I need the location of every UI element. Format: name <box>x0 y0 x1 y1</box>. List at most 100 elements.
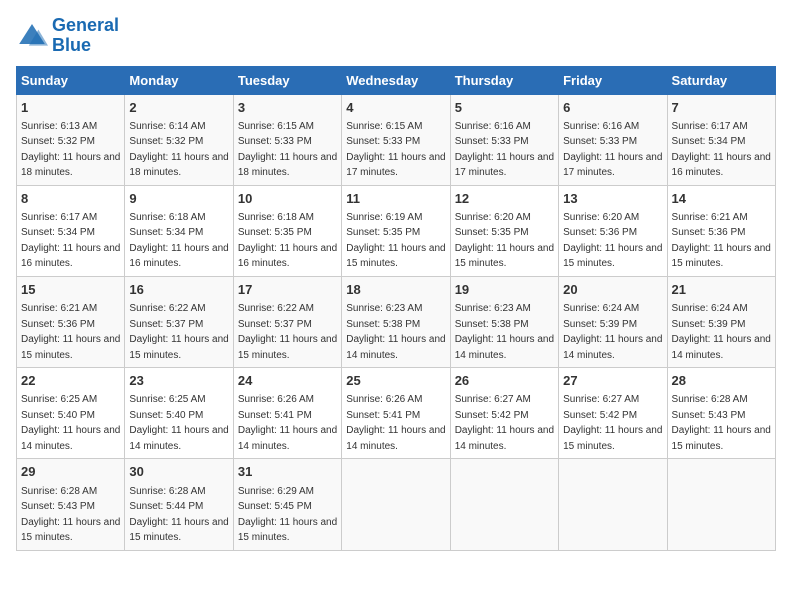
day-number: 21 <box>672 281 771 299</box>
calendar-table: SundayMondayTuesdayWednesdayThursdayFrid… <box>16 66 776 551</box>
calendar-week-1: 1Sunrise: 6:13 AMSunset: 5:32 PMDaylight… <box>17 94 776 185</box>
calendar-cell: 8Sunrise: 6:17 AMSunset: 5:34 PMDaylight… <box>17 185 125 276</box>
weekday-header-row: SundayMondayTuesdayWednesdayThursdayFrid… <box>17 66 776 94</box>
day-number: 22 <box>21 372 120 390</box>
day-info: Sunrise: 6:26 AMSunset: 5:41 PMDaylight:… <box>346 394 445 452</box>
day-info: Sunrise: 6:21 AMSunset: 5:36 PMDaylight:… <box>21 303 120 361</box>
day-number: 3 <box>238 99 337 117</box>
calendar-week-3: 15 Sunrise: 6:21 AMSunset: 5:36 PMDayligh… <box>17 276 776 367</box>
day-info: Sunrise: 6:27 AMSunset: 5:42 PMDaylight:… <box>563 394 662 452</box>
calendar-cell: 29Sunrise: 6:28 AMSunset: 5:43 PMDayligh… <box>17 459 125 550</box>
day-info: Sunrise: 6:22 AMSunset: 5:37 PMDaylight:… <box>238 303 337 361</box>
calendar-cell: 24 Sunrise: 6:26 AMSunset: 5:41 PMDayligh… <box>233 368 341 459</box>
day-info: Sunrise: 6:29 AMSunset: 5:45 PMDaylight:… <box>238 486 337 544</box>
day-info: Sunrise: 6:23 AMSunset: 5:38 PMDaylight:… <box>455 303 554 361</box>
calendar-cell: 10 Sunrise: 6:18 AMSunset: 5:35 PMDayligh… <box>233 185 341 276</box>
day-number: 7 <box>672 99 771 117</box>
day-info: Sunrise: 6:19 AMSunset: 5:35 PMDaylight:… <box>346 212 445 270</box>
day-number: 14 <box>672 190 771 208</box>
calendar-cell: 13 Sunrise: 6:20 AMSunset: 5:36 PMDayligh… <box>559 185 667 276</box>
day-info: Sunrise: 6:23 AMSunset: 5:38 PMDaylight:… <box>346 303 445 361</box>
calendar-cell: 11 Sunrise: 6:19 AMSunset: 5:35 PMDayligh… <box>342 185 450 276</box>
calendar-cell: 30 Sunrise: 6:28 AMSunset: 5:44 PMDayligh… <box>125 459 233 550</box>
logo: General Blue <box>16 16 119 56</box>
weekday-header-sunday: Sunday <box>17 66 125 94</box>
day-number: 17 <box>238 281 337 299</box>
calendar-week-2: 8Sunrise: 6:17 AMSunset: 5:34 PMDaylight… <box>17 185 776 276</box>
day-number: 24 <box>238 372 337 390</box>
calendar-cell: 18 Sunrise: 6:23 AMSunset: 5:38 PMDayligh… <box>342 276 450 367</box>
calendar-cell: 28 Sunrise: 6:28 AMSunset: 5:43 PMDayligh… <box>667 368 775 459</box>
day-info: Sunrise: 6:15 AMSunset: 5:33 PMDaylight:… <box>346 121 445 179</box>
day-number: 6 <box>563 99 662 117</box>
day-number: 1 <box>21 99 120 117</box>
day-number: 27 <box>563 372 662 390</box>
day-number: 11 <box>346 190 445 208</box>
calendar-cell <box>667 459 775 550</box>
calendar-week-5: 29Sunrise: 6:28 AMSunset: 5:43 PMDayligh… <box>17 459 776 550</box>
weekday-header-saturday: Saturday <box>667 66 775 94</box>
calendar-cell: 5 Sunrise: 6:16 AMSunset: 5:33 PMDaylight… <box>450 94 558 185</box>
logo-icon <box>16 20 48 52</box>
day-info: Sunrise: 6:20 AMSunset: 5:36 PMDaylight:… <box>563 212 662 270</box>
calendar-cell: 23 Sunrise: 6:25 AMSunset: 5:40 PMDayligh… <box>125 368 233 459</box>
calendar-cell <box>559 459 667 550</box>
day-info: Sunrise: 6:22 AMSunset: 5:37 PMDaylight:… <box>129 303 228 361</box>
day-number: 23 <box>129 372 228 390</box>
logo-text: General Blue <box>52 16 119 56</box>
day-info: Sunrise: 6:28 AMSunset: 5:43 PMDaylight:… <box>672 394 771 452</box>
day-number: 18 <box>346 281 445 299</box>
calendar-cell: 2Sunrise: 6:14 AMSunset: 5:32 PMDaylight… <box>125 94 233 185</box>
day-info: Sunrise: 6:24 AMSunset: 5:39 PMDaylight:… <box>672 303 771 361</box>
day-number: 20 <box>563 281 662 299</box>
day-number: 9 <box>129 190 228 208</box>
weekday-header-tuesday: Tuesday <box>233 66 341 94</box>
calendar-cell: 19 Sunrise: 6:23 AMSunset: 5:38 PMDayligh… <box>450 276 558 367</box>
calendar-cell: 16 Sunrise: 6:22 AMSunset: 5:37 PMDayligh… <box>125 276 233 367</box>
calendar-cell: 12Sunrise: 6:20 AMSunset: 5:35 PMDayligh… <box>450 185 558 276</box>
day-number: 30 <box>129 463 228 481</box>
day-number: 8 <box>21 190 120 208</box>
calendar-cell: 15 Sunrise: 6:21 AMSunset: 5:36 PMDayligh… <box>17 276 125 367</box>
day-info: Sunrise: 6:16 AMSunset: 5:33 PMDaylight:… <box>455 121 554 179</box>
calendar-cell: 6Sunrise: 6:16 AMSunset: 5:33 PMDaylight… <box>559 94 667 185</box>
weekday-header-thursday: Thursday <box>450 66 558 94</box>
calendar-cell <box>342 459 450 550</box>
calendar-cell: 21 Sunrise: 6:24 AMSunset: 5:39 PMDayligh… <box>667 276 775 367</box>
calendar-cell: 27 Sunrise: 6:27 AMSunset: 5:42 PMDayligh… <box>559 368 667 459</box>
day-info: Sunrise: 6:27 AMSunset: 5:42 PMDaylight:… <box>455 394 554 452</box>
weekday-header-wednesday: Wednesday <box>342 66 450 94</box>
day-number: 5 <box>455 99 554 117</box>
day-info: Sunrise: 6:15 AMSunset: 5:33 PMDaylight:… <box>238 121 337 179</box>
day-info: Sunrise: 6:18 AMSunset: 5:34 PMDaylight:… <box>129 212 228 270</box>
day-number: 12 <box>455 190 554 208</box>
day-info: Sunrise: 6:24 AMSunset: 5:39 PMDaylight:… <box>563 303 662 361</box>
day-info: Sunrise: 6:17 AMSunset: 5:34 PMDaylight:… <box>672 121 771 179</box>
calendar-cell: 7 Sunrise: 6:17 AMSunset: 5:34 PMDaylight… <box>667 94 775 185</box>
day-info: Sunrise: 6:25 AMSunset: 5:40 PMDaylight:… <box>129 394 228 452</box>
weekday-header-monday: Monday <box>125 66 233 94</box>
day-info: Sunrise: 6:28 AMSunset: 5:44 PMDaylight:… <box>129 486 228 544</box>
day-number: 15 <box>21 281 120 299</box>
calendar-cell: 31 Sunrise: 6:29 AMSunset: 5:45 PMDayligh… <box>233 459 341 550</box>
day-info: Sunrise: 6:28 AMSunset: 5:43 PMDaylight:… <box>21 486 120 544</box>
calendar-cell: 4 Sunrise: 6:15 AMSunset: 5:33 PMDaylight… <box>342 94 450 185</box>
calendar-cell: 1Sunrise: 6:13 AMSunset: 5:32 PMDaylight… <box>17 94 125 185</box>
day-info: Sunrise: 6:18 AMSunset: 5:35 PMDaylight:… <box>238 212 337 270</box>
day-number: 13 <box>563 190 662 208</box>
day-number: 19 <box>455 281 554 299</box>
day-number: 28 <box>672 372 771 390</box>
calendar-cell: 20 Sunrise: 6:24 AMSunset: 5:39 PMDayligh… <box>559 276 667 367</box>
day-number: 16 <box>129 281 228 299</box>
weekday-header-friday: Friday <box>559 66 667 94</box>
calendar-cell: 17 Sunrise: 6:22 AMSunset: 5:37 PMDayligh… <box>233 276 341 367</box>
calendar-cell: 9 Sunrise: 6:18 AMSunset: 5:34 PMDaylight… <box>125 185 233 276</box>
calendar-week-4: 22 Sunrise: 6:25 AMSunset: 5:40 PMDayligh… <box>17 368 776 459</box>
day-info: Sunrise: 6:21 AMSunset: 5:36 PMDaylight:… <box>672 212 771 270</box>
day-number: 25 <box>346 372 445 390</box>
day-info: Sunrise: 6:26 AMSunset: 5:41 PMDaylight:… <box>238 394 337 452</box>
day-number: 4 <box>346 99 445 117</box>
day-number: 2 <box>129 99 228 117</box>
day-number: 10 <box>238 190 337 208</box>
day-number: 31 <box>238 463 337 481</box>
